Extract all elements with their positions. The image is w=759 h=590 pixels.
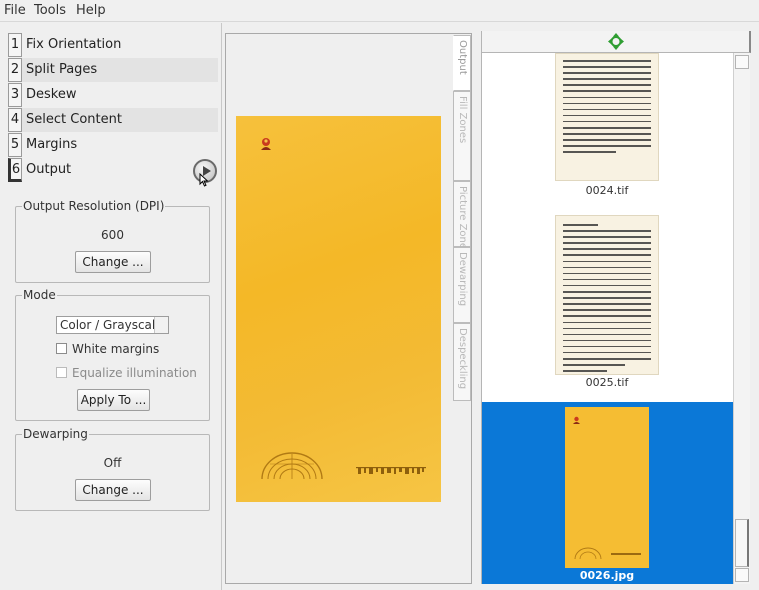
- cover-script-glyphs: [356, 467, 426, 474]
- page-preview-image: [236, 116, 441, 502]
- dewarping-value: Off: [103, 456, 122, 470]
- group-title: Output Resolution (DPI): [22, 199, 166, 213]
- apply-to-button[interactable]: Apply To ...: [77, 389, 150, 411]
- stage-select-content[interactable]: 4 Select Content: [8, 108, 218, 132]
- scroll-up-button[interactable]: [735, 55, 749, 69]
- thumbnail-text-lines: [563, 224, 651, 376]
- tab-output[interactable]: Output: [453, 35, 471, 91]
- tab-picture-zones[interactable]: Picture Zones: [453, 181, 471, 254]
- ornament-icon: [574, 547, 602, 560]
- scrollbar-handle[interactable]: [735, 519, 749, 567]
- change-dewarping-button[interactable]: Change ...: [75, 479, 151, 501]
- tab-label: Fill Zones: [457, 96, 468, 144]
- stage-label: Output: [26, 162, 72, 177]
- stage-margins[interactable]: 5 Margins: [8, 133, 218, 157]
- thumbnail-0026-selected[interactable]: 0026.jpg: [482, 402, 733, 584]
- menu-tools[interactable]: Tools: [34, 3, 66, 18]
- stage-number: 3: [8, 83, 22, 107]
- options-panel: 1 Fix Orientation 2 Split Pages 3 Deskew…: [0, 23, 222, 590]
- thumbnail-text-lines: [563, 60, 651, 158]
- stage-label: Select Content: [26, 112, 122, 127]
- tab-label: Output: [457, 40, 468, 75]
- thumbnail-list[interactable]: 0024.tif 0025.tif 0026.jpg: [481, 53, 733, 584]
- dpi-value: 600: [101, 228, 124, 242]
- thumbnail-0024[interactable]: [555, 53, 659, 181]
- color-mode-select[interactable]: Color / Grayscale: [56, 316, 169, 334]
- mouse-cursor-icon: [199, 173, 209, 187]
- tab-label: Dewarping: [457, 252, 468, 307]
- thumbnail-scrollbar[interactable]: [733, 53, 750, 584]
- cover-script-line: [611, 553, 641, 555]
- equalize-illumination-checkbox[interactable]: [56, 367, 67, 378]
- stage-number: 2: [8, 58, 22, 82]
- ornament-icon: [261, 452, 323, 480]
- stage-output[interactable]: 6 Output: [8, 158, 218, 182]
- emblem-icon: [261, 138, 271, 150]
- tab-despeckling[interactable]: Despeckling: [453, 323, 471, 401]
- white-margins-checkbox[interactable]: [56, 343, 67, 354]
- thumbnail-label: 0026.jpg: [579, 569, 635, 582]
- menu-bar: File Tools Help: [0, 0, 759, 22]
- emblem-icon: [573, 416, 580, 424]
- thumbnail-toolbar: [481, 31, 751, 53]
- view-tabs: Output Fill Zones Picture Zones Dewarpin…: [453, 35, 471, 465]
- color-mode-value: Color / Grayscale: [60, 318, 163, 332]
- equalize-illumination-label: Equalize illumination: [72, 366, 197, 380]
- stage-fix-orientation[interactable]: 1 Fix Orientation: [8, 33, 218, 57]
- thumbnail-0025[interactable]: [555, 215, 659, 375]
- scroll-down-button[interactable]: [735, 568, 749, 582]
- stage-number: 1: [8, 33, 22, 57]
- green-move-icon[interactable]: [608, 33, 624, 50]
- thumbnail-label: 0025.tif: [585, 376, 629, 389]
- change-dpi-button[interactable]: Change ...: [75, 251, 151, 273]
- tab-fill-zones[interactable]: Fill Zones: [453, 91, 471, 181]
- tab-label: Picture Zones: [457, 186, 468, 255]
- thumbnail-cover-image: [565, 407, 649, 568]
- menu-help[interactable]: Help: [76, 3, 106, 18]
- stage-label: Deskew: [26, 87, 77, 102]
- tab-label: Despeckling: [457, 328, 468, 390]
- stage-deskew[interactable]: 3 Deskew: [8, 83, 218, 107]
- menu-file[interactable]: File: [4, 3, 26, 18]
- stage-label: Fix Orientation: [26, 37, 122, 52]
- panel-splitter[interactable]: [474, 33, 480, 584]
- white-margins-label: White margins: [72, 342, 160, 356]
- stage-label: Margins: [26, 137, 78, 152]
- stage-split-pages[interactable]: 2 Split Pages: [8, 58, 218, 82]
- mode-group: Mode Color / Grayscale White margins Equ…: [15, 288, 210, 421]
- chevron-down-icon[interactable]: [154, 317, 168, 333]
- stage-label: Split Pages: [26, 62, 98, 77]
- stage-number: 4: [8, 108, 22, 132]
- group-title: Dewarping: [22, 427, 89, 441]
- stage-number: 6: [8, 158, 22, 182]
- stage-number: 5: [8, 133, 22, 157]
- output-resolution-group: Output Resolution (DPI) 600 Change ...: [15, 199, 210, 283]
- group-title: Mode: [22, 288, 57, 302]
- thumbnail-label: 0024.tif: [585, 184, 629, 197]
- dewarping-group: Dewarping Off Change ...: [15, 427, 210, 511]
- output-preview[interactable]: [225, 33, 472, 584]
- tab-dewarping[interactable]: Dewarping: [453, 247, 471, 323]
